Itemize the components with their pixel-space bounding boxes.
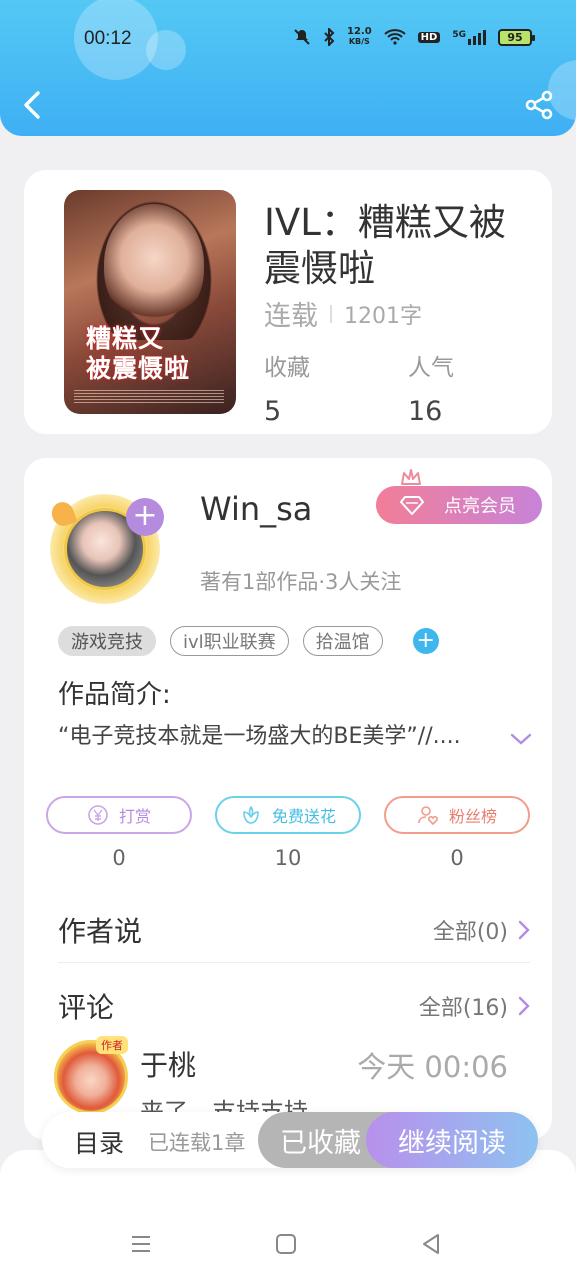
vip-button-label: 点亮会员: [444, 496, 516, 517]
comments-title: 评论: [58, 991, 115, 1024]
flower-icon: [243, 806, 259, 824]
favorited-label: 已收藏: [280, 1127, 361, 1159]
action-buttons: 打赏 免费送花 粉丝榜: [46, 796, 530, 834]
stat-favorites: 收藏 5: [264, 348, 310, 427]
chevron-right-icon: [518, 996, 530, 1016]
triangle-back-icon[interactable]: [420, 1232, 442, 1256]
vip-member-button[interactable]: 点亮会员: [376, 486, 542, 524]
signal-bar: [483, 29, 486, 45]
book-status: 连载: [264, 301, 318, 332]
cover-title-line: 被震慑啦: [86, 354, 191, 383]
net-speed-value: 12.0: [346, 26, 372, 37]
fans-rank-button[interactable]: 粉丝榜: [384, 796, 530, 834]
toc-button[interactable]: 目录: [74, 1124, 124, 1160]
net-speed-unit: KB/S: [348, 37, 370, 46]
status-icons: 12.0 KB/S HD 5G 95: [293, 27, 535, 47]
comments-row[interactable]: 评论 全部(16): [58, 986, 530, 1026]
battery-level: 95: [507, 30, 523, 44]
continue-reading-button[interactable]: 继续阅读: [366, 1112, 538, 1168]
signal-bar: [478, 32, 481, 45]
chevron-left-icon[interactable]: [20, 90, 46, 120]
signal-bar: [473, 35, 476, 45]
continue-reading-label: 继续阅读: [398, 1127, 506, 1159]
diamond-icon: [400, 496, 424, 515]
author-says-title: 作者说: [58, 915, 143, 948]
tag-chip[interactable]: 游戏竞技: [58, 626, 156, 656]
fans-count: 0: [450, 846, 464, 870]
word-count: 1201字: [344, 303, 422, 329]
battery-icon: 95: [498, 28, 535, 46]
author-says-row[interactable]: 作者说 全部(0): [58, 910, 530, 950]
author-detail-card: + Win_sa 著有1部作品·3人关注 点亮会员 游戏竞技 ivl职业联赛 拾…: [24, 458, 552, 1140]
cover-title: 糟糕又 被震慑啦: [86, 324, 190, 384]
author-badge: 作者: [96, 1036, 128, 1054]
user-heart-icon: [418, 806, 439, 826]
author-says-link-label: 全部(0): [432, 920, 508, 945]
crown-icon: [401, 469, 421, 485]
yen-coin-icon: [88, 805, 108, 825]
chevron-down-icon[interactable]: [510, 732, 532, 746]
hd-badge: HD: [417, 31, 441, 43]
signal-bar: [468, 38, 471, 45]
commenter-name[interactable]: 于桃: [140, 1044, 196, 1084]
net-speed: 12.0 KB/S: [347, 27, 372, 47]
intro-label: 作品简介:: [58, 680, 171, 710]
send-flower-button[interactable]: 免费送花: [215, 796, 361, 834]
stat-label: 收藏: [264, 355, 310, 381]
status-time: 00:12: [84, 28, 132, 49]
author-name[interactable]: Win_sa: [200, 490, 312, 528]
comments-all-link[interactable]: 全部(16): [419, 990, 530, 1022]
fans-rank-label: 粉丝榜: [448, 807, 497, 826]
wifi-icon: [384, 29, 406, 45]
intro-text: “电子竞技本就是一场盛大的BE美学”//....: [58, 724, 461, 749]
cover-art-face: [104, 204, 204, 324]
send-flower-label: 免费送花: [271, 807, 336, 826]
cover-fine-print: [74, 390, 224, 404]
author-avatar[interactable]: +: [48, 494, 182, 604]
bluetooth-icon: [324, 28, 335, 46]
decor-bubble: [146, 30, 186, 70]
toc-chapters-count: 已连载1章: [148, 1131, 246, 1155]
menu-icon[interactable]: [130, 1234, 152, 1254]
reward-label: 打赏: [118, 807, 151, 826]
system-nav-bar: [0, 1226, 576, 1262]
bell-off-icon: [294, 29, 310, 45]
cover-title-line: 糟糕又: [86, 324, 165, 353]
meta-divider: [330, 304, 332, 323]
book-info-card: 糟糕又 被震慑啦 IVL：糟糕又被震慑啦 连载 1201字 收藏 5 人气 16: [24, 170, 552, 434]
signal-label: 5G: [452, 29, 466, 40]
reading-action-bar: 目录 已连载1章 已收藏 继续阅读: [42, 1112, 538, 1168]
home-icon[interactable]: [276, 1234, 296, 1254]
tag-list: 游戏竞技 ivl职业联赛 拾温馆 +: [58, 626, 439, 656]
tag-chip[interactable]: ivl职业联赛: [170, 626, 289, 656]
author-says-all-link[interactable]: 全部(0): [433, 914, 530, 946]
reward-count: 0: [112, 846, 126, 870]
stat-popularity: 人气 16: [408, 348, 454, 427]
add-tag-plus-icon[interactable]: +: [412, 628, 439, 654]
book-title: IVL：糟糕又被震慑啦: [264, 201, 506, 290]
comment-time: 今天 00:06: [357, 1050, 508, 1084]
top-header: 00:12 12.0 KB/S HD 5G 95: [0, 0, 576, 136]
reward-button[interactable]: 打赏: [46, 796, 192, 834]
signal-indicator: 5G: [452, 29, 486, 45]
follow-plus-icon[interactable]: +: [126, 498, 164, 536]
author-description: 著有1部作品·3人关注: [200, 570, 402, 594]
action-counts: 0 10 0: [46, 846, 530, 870]
flower-count: 10: [274, 846, 302, 870]
comments-link-label: 全部(16): [418, 996, 508, 1021]
tag-chip[interactable]: 拾温馆: [302, 626, 383, 656]
book-cover[interactable]: 糟糕又 被震慑啦: [64, 190, 236, 414]
stat-value: 5: [264, 396, 282, 427]
section-divider: [58, 962, 530, 963]
book-meta: 连载 1201字: [264, 294, 422, 333]
share-icon[interactable]: [524, 90, 554, 120]
stat-value: 16: [408, 396, 443, 427]
chevron-right-icon: [518, 920, 530, 940]
stat-label: 人气: [408, 355, 454, 381]
